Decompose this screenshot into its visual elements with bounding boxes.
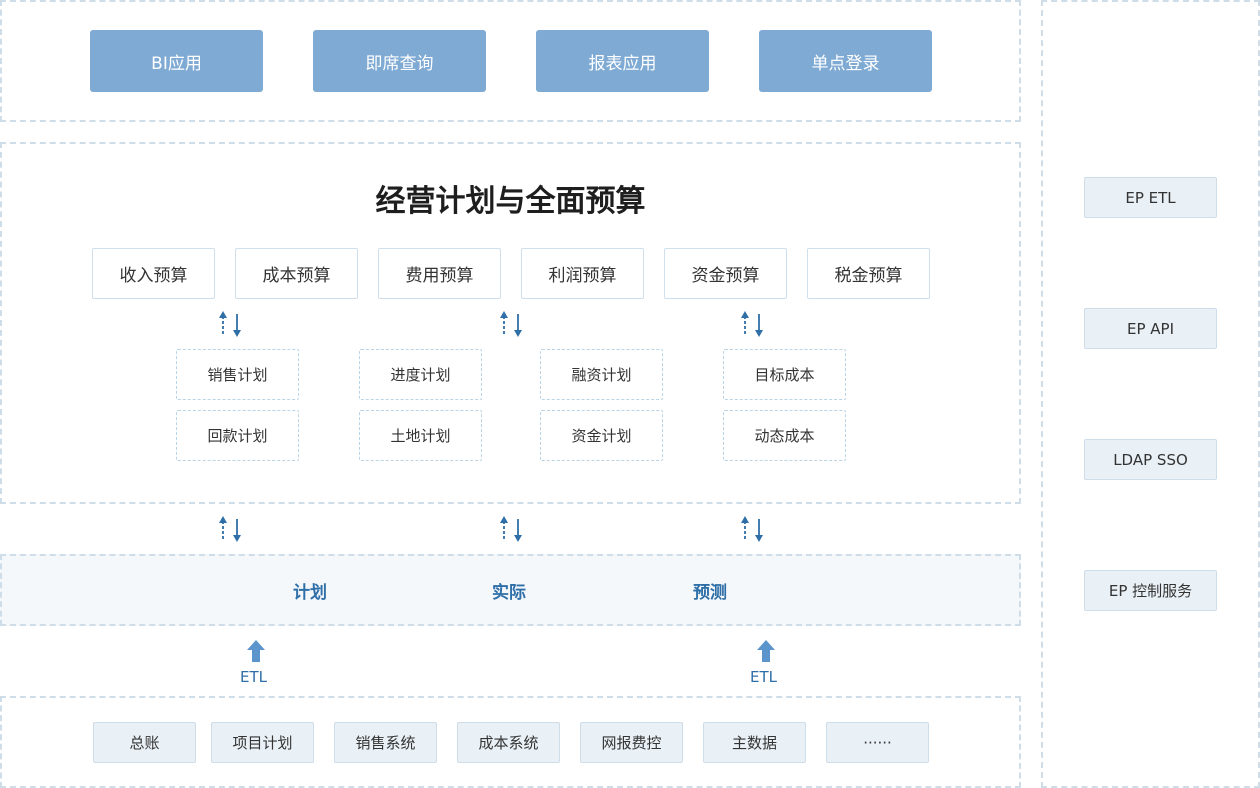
plan-financing: 融资计划: [540, 349, 663, 400]
sso-button[interactable]: 单点登录: [759, 30, 932, 92]
bidirectional-arrow-icon: [741, 516, 763, 542]
budget-profit: 利润预算: [521, 248, 644, 299]
budget-cost: 成本预算: [235, 248, 358, 299]
data-plan-label: 计划: [293, 583, 327, 603]
report-app-button[interactable]: 报表应用: [536, 30, 709, 92]
plan-sales: 销售计划: [176, 349, 299, 400]
plan-progress: 进度计划: [359, 349, 482, 400]
source-general-ledger: 总账: [93, 722, 196, 763]
bidirectional-arrow-icon: [219, 516, 241, 542]
bidirectional-arrow-icon: [500, 516, 522, 542]
service-ep-control: EP 控制服务: [1084, 570, 1217, 611]
source-cost-system: 成本系统: [457, 722, 560, 763]
service-ep-etl: EP ETL: [1084, 177, 1217, 218]
etl-label: ETL: [240, 668, 267, 686]
plan-dynamic-cost: 动态成本: [723, 410, 846, 461]
adhoc-query-button[interactable]: 即席查询: [313, 30, 486, 92]
source-expense-control: 网报费控: [580, 722, 683, 763]
budget-tax: 税金预算: [807, 248, 930, 299]
service-ep-api: EP API: [1084, 308, 1217, 349]
data-forecast-label: 预测: [693, 583, 727, 603]
bi-app-button[interactable]: BI应用: [90, 30, 263, 92]
platform-services-panel: [1041, 0, 1260, 788]
source-sales-system: 销售系统: [334, 722, 437, 763]
data-actual-label: 实际: [492, 583, 526, 603]
budget-revenue: 收入预算: [92, 248, 215, 299]
plan-target-cost: 目标成本: [723, 349, 846, 400]
etl-label: ETL: [750, 668, 777, 686]
source-master-data: 主数据: [703, 722, 806, 763]
bidirectional-arrow-icon: [219, 311, 241, 337]
bidirectional-arrow-icon: [741, 311, 763, 337]
source-project-plan: 项目计划: [211, 722, 314, 763]
plan-funds: 资金计划: [540, 410, 663, 461]
etl-up-arrow-icon: [757, 640, 775, 662]
plan-land: 土地计划: [359, 410, 482, 461]
etl-up-arrow-icon: [247, 640, 265, 662]
plan-collection: 回款计划: [176, 410, 299, 461]
source-more: ······: [826, 722, 929, 763]
budget-funds: 资金预算: [664, 248, 787, 299]
main-title: 经营计划与全面预算: [375, 184, 646, 219]
service-ldap-sso: LDAP SSO: [1084, 439, 1217, 480]
bidirectional-arrow-icon: [500, 311, 522, 337]
budget-expense: 费用预算: [378, 248, 501, 299]
